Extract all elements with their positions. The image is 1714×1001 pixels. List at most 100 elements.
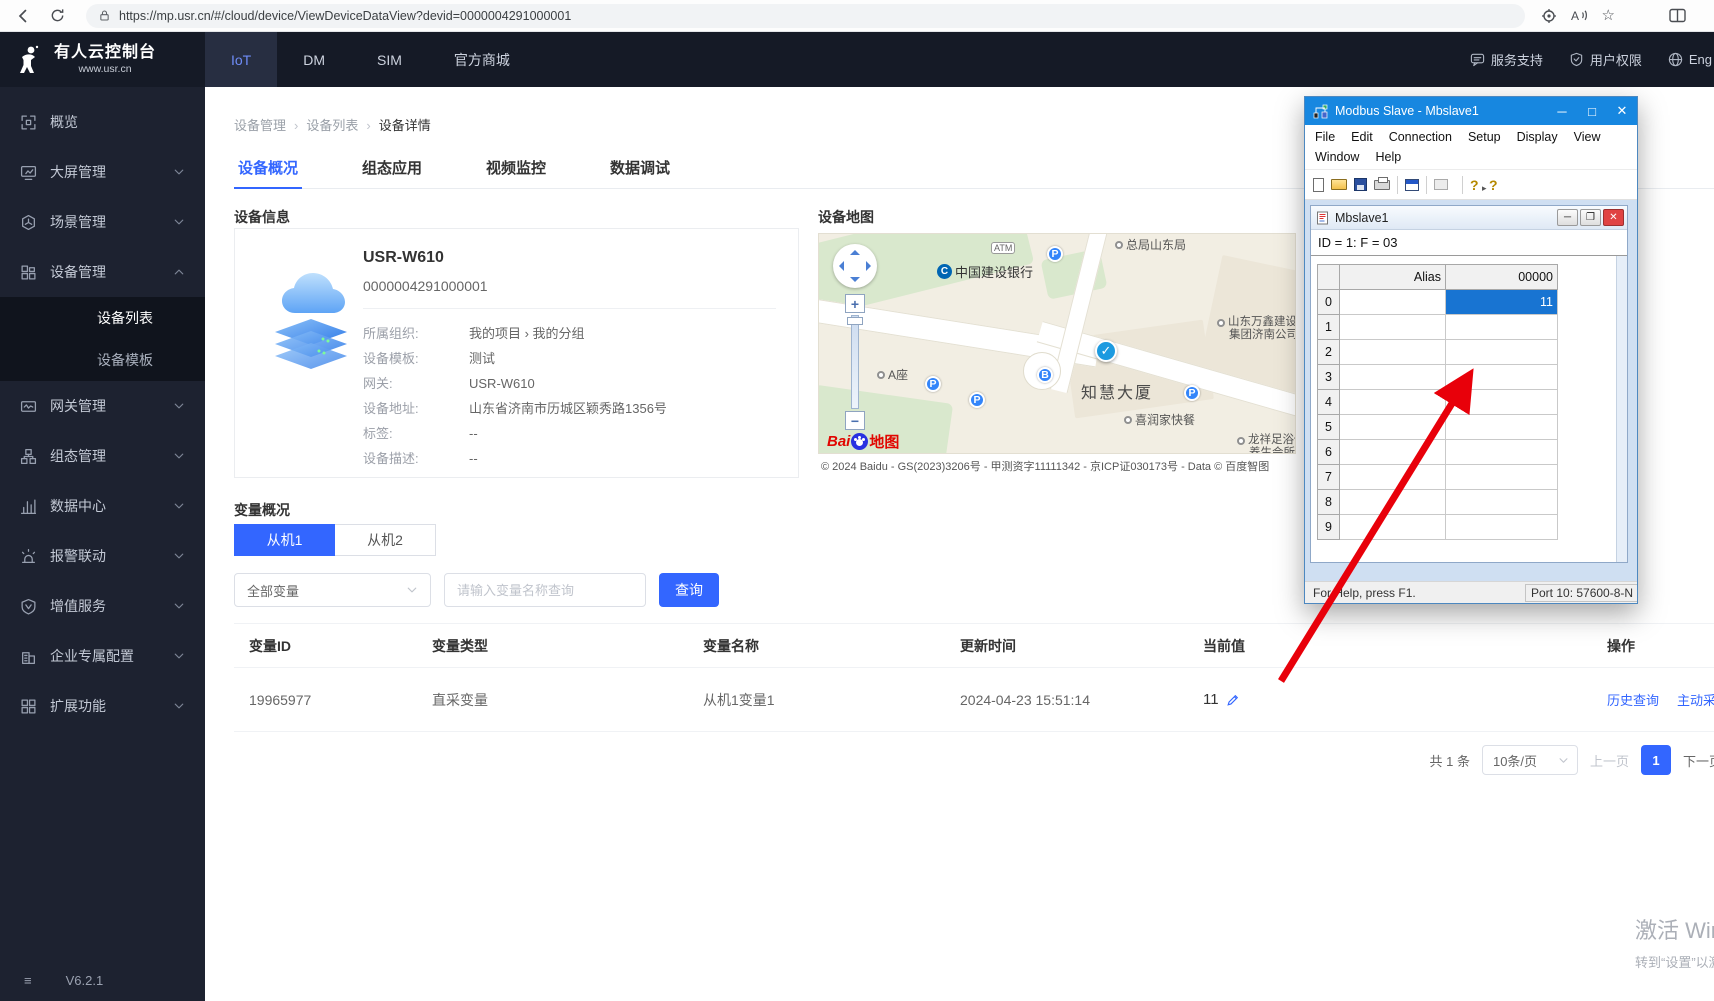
topnav-right-item[interactable]: 用户权限: [1569, 50, 1642, 69]
menu-display[interactable]: Display: [1517, 130, 1558, 144]
page-number-1[interactable]: 1: [1640, 745, 1671, 775]
zoom-out-button[interactable]: −: [845, 411, 865, 430]
register-value-cell[interactable]: [1445, 514, 1558, 540]
favorite-star-icon[interactable]: ☆: [1602, 8, 1615, 23]
alias-cell[interactable]: [1339, 389, 1446, 415]
register-value-cell[interactable]: [1445, 489, 1558, 515]
sidebar-item-device-mgmt[interactable]: 设备管理: [0, 247, 205, 297]
device-map[interactable]: + − Bai 地图 总局山东局 ATM P C 中国建设银行 山东万鑫建设 集团济南公司 ✓ A…: [818, 233, 1296, 454]
slave-tab[interactable]: 从机1: [234, 524, 335, 556]
device-location-marker[interactable]: ✓: [1095, 340, 1117, 362]
register-value-cell[interactable]: [1445, 364, 1558, 390]
sidebar-item-scene-mgmt[interactable]: 场景管理: [0, 197, 205, 247]
breadcrumb-item[interactable]: 设备管理: [234, 115, 298, 134]
nav-item-iot[interactable]: IoT: [205, 32, 278, 87]
active-collect-link[interactable]: 主动采: [1677, 690, 1714, 709]
alias-cell[interactable]: [1339, 339, 1446, 365]
poll-icon[interactable]: [1434, 179, 1448, 190]
zoom-slider-thumb[interactable]: [847, 317, 863, 325]
mbslave-doc-title-bar[interactable]: Mbslave1 ─ ❐ ✕: [1311, 206, 1627, 230]
register-value-cell[interactable]: [1445, 414, 1558, 440]
alias-cell[interactable]: [1339, 464, 1446, 490]
register-value-cell[interactable]: [1445, 314, 1558, 340]
prev-page-button[interactable]: 上一页: [1590, 751, 1629, 770]
register-value-cell[interactable]: 11: [1445, 289, 1558, 315]
menu-edit[interactable]: Edit: [1351, 130, 1373, 144]
menu-view[interactable]: View: [1574, 130, 1601, 144]
tab-组态应用[interactable]: 组态应用: [358, 147, 426, 189]
map-pan-control[interactable]: [833, 244, 877, 288]
alias-cell[interactable]: [1339, 514, 1446, 540]
mbslave-document-window[interactable]: Mbslave1 ─ ❐ ✕ ID = 1: F = 03 Alias 0000…: [1310, 205, 1628, 563]
topnav-right-item[interactable]: Eng: [1668, 52, 1712, 67]
register-value-cell[interactable]: [1445, 339, 1558, 365]
doc-scrollbar[interactable]: [1616, 256, 1627, 562]
alias-header[interactable]: Alias: [1339, 264, 1446, 290]
sidebar-item-enterprise-config[interactable]: 企业专属配置: [0, 631, 205, 681]
sidebar-item-scada-mgmt[interactable]: 组态管理: [0, 431, 205, 481]
register-value-cell[interactable]: [1445, 464, 1558, 490]
new-icon[interactable]: [1313, 177, 1324, 192]
breadcrumb-item[interactable]: 设备详情: [379, 115, 431, 134]
doc-close-button[interactable]: ✕: [1603, 209, 1624, 226]
menu-window[interactable]: Window: [1315, 150, 1359, 164]
register-value-cell[interactable]: [1445, 439, 1558, 465]
menu-help[interactable]: Help: [1375, 150, 1401, 164]
menu-file[interactable]: File: [1315, 130, 1335, 144]
back-icon[interactable]: [10, 3, 36, 29]
open-icon[interactable]: [1331, 179, 1347, 190]
print-icon[interactable]: [1374, 176, 1390, 190]
nav-item-官方商城[interactable]: 官方商城: [428, 32, 536, 87]
page-insights-icon[interactable]: [1541, 8, 1557, 24]
variable-type-select[interactable]: 全部变量: [234, 573, 431, 607]
sidebar-item-screen-mgmt[interactable]: 大屏管理: [0, 147, 205, 197]
sidebar-item-overview[interactable]: 概览: [0, 97, 205, 147]
history-query-link[interactable]: 历史查询: [1607, 690, 1659, 709]
menu-connection[interactable]: Connection: [1389, 130, 1452, 144]
next-page-button[interactable]: 下一页: [1683, 751, 1714, 770]
tab-设备概况[interactable]: 设备概况: [234, 147, 303, 189]
sidebar-item-data-center[interactable]: 数据中心: [0, 481, 205, 531]
nav-item-sim[interactable]: SIM: [351, 32, 428, 87]
modbus-slave-window[interactable]: Modbus Slave - Mbslave1 ─ □ ✕ File Edit Co…: [1304, 96, 1638, 604]
zoom-in-button[interactable]: +: [845, 294, 865, 313]
alias-cell[interactable]: [1339, 414, 1446, 440]
menu-setup[interactable]: Setup: [1468, 130, 1501, 144]
page-size-select[interactable]: 10条/页: [1481, 745, 1578, 775]
zoom-slider[interactable]: [847, 315, 863, 409]
brand-logo[interactable]: 有人云控制台 www.usr.cn: [0, 32, 205, 87]
search-button[interactable]: 查询: [659, 573, 719, 607]
topnav-right-item[interactable]: 服务支持: [1470, 50, 1543, 69]
help-icon[interactable]: [1470, 177, 1482, 193]
sidebar-item-alarm-linkage[interactable]: 报警联动: [0, 531, 205, 581]
doc-restore-button[interactable]: ❐: [1580, 209, 1601, 226]
slave-tab[interactable]: 从机2: [335, 524, 436, 556]
split-screen-icon[interactable]: [1669, 8, 1686, 23]
nav-item-dm[interactable]: DM: [277, 32, 351, 87]
variable-search-input[interactable]: [444, 573, 646, 607]
sidebar-item-device-list[interactable]: 设备列表: [0, 297, 205, 339]
register-value-cell[interactable]: [1445, 389, 1558, 415]
display-definition-icon[interactable]: [1405, 178, 1419, 191]
close-button[interactable]: ✕: [1607, 97, 1637, 125]
sidebar-item-device-template[interactable]: 设备模板: [0, 339, 205, 381]
breadcrumb-item[interactable]: 设备列表: [306, 115, 370, 134]
alias-cell[interactable]: [1339, 489, 1446, 515]
sidebar-item-extensions[interactable]: 扩展功能: [0, 681, 205, 731]
save-icon[interactable]: [1354, 178, 1367, 191]
tab-数据调试[interactable]: 数据调试: [606, 147, 674, 189]
alias-cell[interactable]: [1339, 289, 1446, 315]
doc-minimize-button[interactable]: ─: [1557, 209, 1578, 226]
alias-cell[interactable]: [1339, 439, 1446, 465]
context-help-icon[interactable]: [1482, 177, 1501, 196]
maximize-button[interactable]: □: [1577, 97, 1607, 125]
modbus-title-bar[interactable]: Modbus Slave - Mbslave1 ─ □ ✕: [1305, 97, 1637, 125]
register-column-header[interactable]: 00000: [1445, 264, 1558, 290]
edit-value-icon[interactable]: [1226, 693, 1240, 707]
alias-cell[interactable]: [1339, 364, 1446, 390]
refresh-icon[interactable]: [44, 3, 70, 29]
read-aloud-icon[interactable]: A: [1571, 8, 1588, 23]
tab-视频监控[interactable]: 视频监控: [482, 147, 550, 189]
collapse-sidebar-icon[interactable]: ≡: [24, 973, 32, 988]
minimize-button[interactable]: ─: [1547, 97, 1577, 125]
